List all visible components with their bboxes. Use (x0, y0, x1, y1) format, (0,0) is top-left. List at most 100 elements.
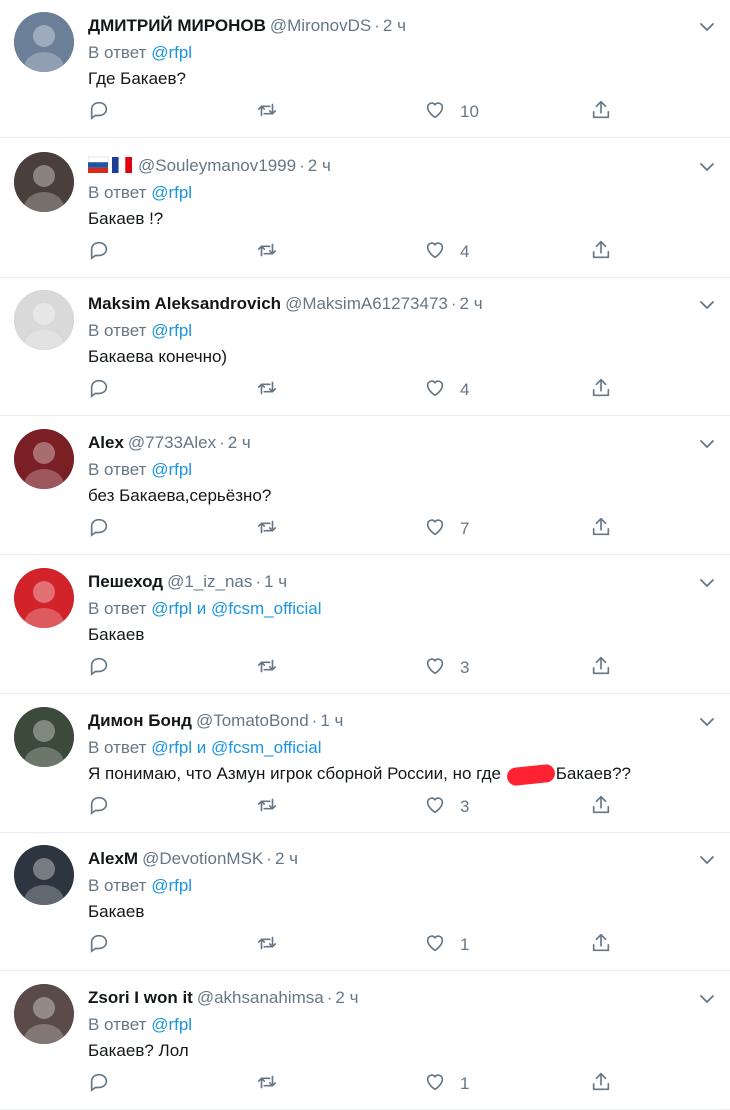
chevron-down-icon[interactable] (698, 851, 716, 869)
user-handle[interactable]: @TomatoBond (196, 711, 309, 730)
like-button[interactable]: 3 (424, 656, 469, 680)
timestamp[interactable]: 2 ч (383, 16, 406, 35)
timestamp[interactable]: 2 ч (228, 433, 251, 452)
timestamp[interactable]: 2 ч (335, 988, 358, 1007)
mention-link[interactable]: @rfpl (151, 876, 192, 895)
tweet[interactable]: @Souleymanov1999 · 2 чВ ответ @rfpl Бакаев … (0, 140, 730, 278)
tweet[interactable]: Димон Бонд @TomatoBond · 1 ч В ответ @rfpl и… (0, 695, 730, 833)
mention-link[interactable]: @rfpl (151, 321, 192, 340)
retweet-button[interactable] (256, 656, 278, 680)
mention-link[interactable]: @rfpl (151, 43, 192, 62)
like-button[interactable]: 3 (424, 795, 469, 819)
retweet-icon (256, 239, 278, 266)
reply-button[interactable] (88, 1072, 110, 1096)
reply-button[interactable] (88, 240, 110, 264)
retweet-button[interactable] (256, 795, 278, 819)
tweet-header: Zsori I won it @akhsanahimsa · 2 ч (88, 987, 358, 1009)
reply-button[interactable] (88, 517, 110, 541)
timestamp[interactable]: 2 ч (308, 156, 331, 175)
retweet-button[interactable] (256, 517, 278, 541)
tweet[interactable]: ДМИТРИЙ МИРОНОВ @MironovDS · 2 ч В ответ @rf… (0, 0, 730, 138)
like-button[interactable]: 10 (424, 100, 479, 124)
chevron-down-icon[interactable] (698, 713, 716, 731)
display-name[interactable]: Zsori I won it (88, 988, 193, 1007)
avatar[interactable] (14, 984, 74, 1044)
mention-link[interactable]: @rfpl (151, 460, 192, 479)
avatar[interactable] (14, 290, 74, 350)
reply-button[interactable] (88, 378, 110, 402)
display-name[interactable]: AlexM (88, 849, 138, 868)
share-button[interactable] (590, 517, 612, 541)
reply-button[interactable] (88, 795, 110, 819)
retweet-button[interactable] (256, 1072, 278, 1096)
display-name[interactable]: Димон Бонд (88, 711, 192, 730)
user-handle[interactable]: @Souleymanov1999 (138, 156, 296, 175)
avatar[interactable] (14, 429, 74, 489)
share-button[interactable] (590, 795, 612, 819)
retweet-button[interactable] (256, 100, 278, 124)
chevron-down-icon[interactable] (698, 574, 716, 592)
avatar[interactable] (14, 845, 74, 905)
share-button[interactable] (590, 656, 612, 680)
reply-button[interactable] (88, 100, 110, 124)
share-button[interactable] (590, 240, 612, 264)
user-handle[interactable]: @MironovDS (270, 16, 371, 35)
retweet-button[interactable] (256, 933, 278, 957)
mention-link[interactable]: @fcsm_official (211, 738, 321, 757)
share-button[interactable] (590, 933, 612, 957)
chevron-down-icon[interactable] (698, 435, 716, 453)
like-button[interactable]: 4 (424, 240, 469, 264)
chevron-down-icon[interactable] (698, 990, 716, 1008)
display-name[interactable]: Пешеход (88, 572, 163, 591)
timestamp[interactable]: 2 ч (460, 294, 483, 313)
like-button[interactable]: 7 (424, 517, 469, 541)
mention-link[interactable]: @rfpl (151, 599, 192, 618)
tweet[interactable]: Maksim Aleksandrovich @MaksimA61273473 · 2 … (0, 278, 730, 416)
display-name[interactable]: Maksim Aleksandrovich (88, 294, 281, 313)
like-button[interactable]: 4 (424, 378, 469, 402)
reply-context: В ответ @rfpl и @fcsm_official (88, 598, 322, 620)
avatar[interactable] (14, 568, 74, 628)
avatar[interactable] (14, 152, 74, 212)
user-silhouette-icon (14, 429, 74, 489)
display-name[interactable]: ДМИТРИЙ МИРОНОВ (88, 16, 266, 35)
tweet[interactable]: Пешеход @1_iz_nas · 1 ч В ответ @rfpl и @fcs… (0, 556, 730, 694)
avatar[interactable] (14, 707, 74, 767)
avatar[interactable] (14, 12, 74, 72)
like-button[interactable]: 1 (424, 933, 469, 957)
reply-icon (88, 377, 110, 404)
user-handle[interactable]: @akhsanahimsa (197, 988, 324, 1007)
user-silhouette-icon (14, 845, 74, 905)
share-button[interactable] (590, 1072, 612, 1096)
tweet[interactable]: Zsori I won it @akhsanahimsa · 2 ч В ответ @… (0, 972, 730, 1110)
share-button[interactable] (590, 100, 612, 124)
chevron-down-icon[interactable] (698, 18, 716, 36)
like-button[interactable]: 1 (424, 1072, 469, 1096)
mention-link[interactable]: @fcsm_official (211, 599, 321, 618)
retweet-button[interactable] (256, 240, 278, 264)
user-handle[interactable]: @MaksimA61273473 (285, 294, 448, 313)
user-handle[interactable]: @7733Alex (128, 433, 216, 452)
user-handle[interactable]: @DevotionMSK (142, 849, 263, 868)
retweet-button[interactable] (256, 378, 278, 402)
timestamp[interactable]: 1 ч (320, 711, 343, 730)
timestamp[interactable]: 2 ч (275, 849, 298, 868)
tweet[interactable]: Alex @7733Alex · 2 ч В ответ @rfpl без Бакаев… (0, 417, 730, 555)
retweet-icon (256, 655, 278, 682)
reply-button[interactable] (88, 933, 110, 957)
mention-link[interactable]: @rfpl (151, 1015, 192, 1034)
user-handle[interactable]: @1_iz_nas (167, 572, 252, 591)
display-name[interactable]: Alex (88, 433, 124, 452)
tweet-actions: 3 (88, 795, 628, 819)
heart-icon (424, 516, 446, 543)
heart-icon (424, 99, 446, 126)
reply-button[interactable] (88, 656, 110, 680)
tweet[interactable]: AlexM @DevotionMSK · 2 ч В ответ @rfpl Бакаев… (0, 833, 730, 971)
chevron-down-icon[interactable] (698, 296, 716, 314)
timestamp[interactable]: 1 ч (264, 572, 287, 591)
mention-link[interactable]: @rfpl (151, 183, 192, 202)
mention-link[interactable]: @rfpl (151, 738, 192, 757)
tweet-actions: 3 (88, 656, 628, 680)
share-button[interactable] (590, 378, 612, 402)
chevron-down-icon[interactable] (698, 158, 716, 176)
